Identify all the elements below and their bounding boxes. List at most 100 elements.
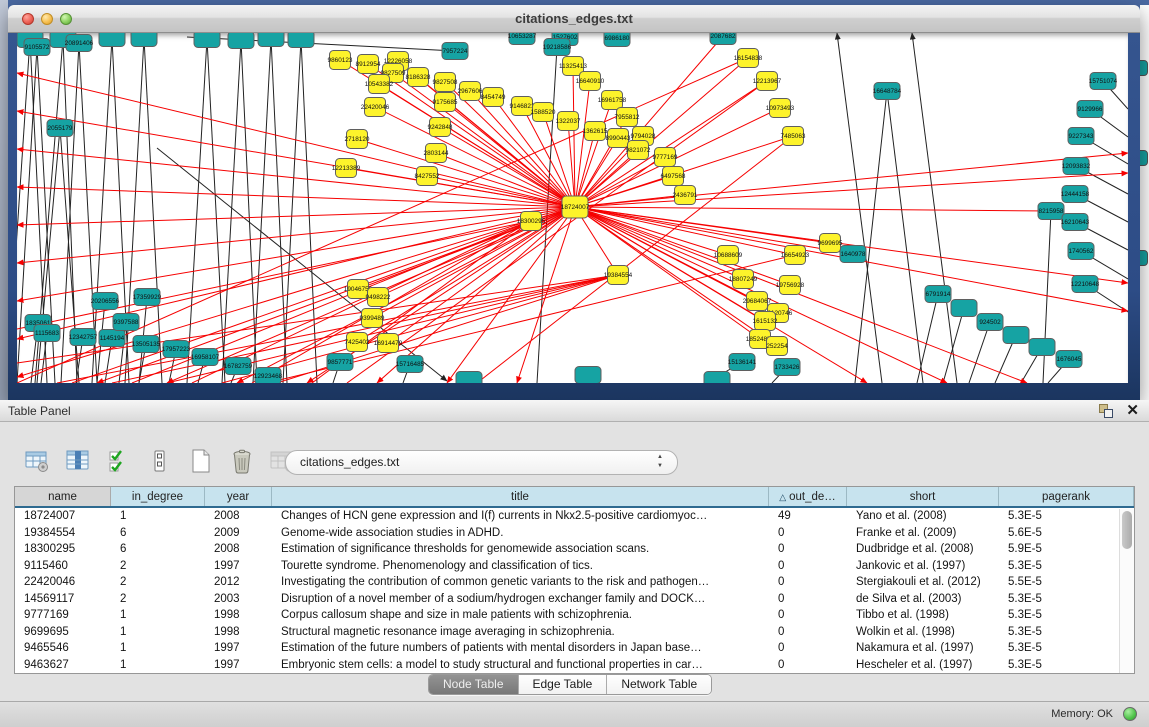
graph-node[interactable]	[951, 300, 977, 317]
graph-edge	[241, 40, 257, 383]
graph-node-label: 1740562	[1069, 248, 1094, 255]
graph-node-label: 2055179	[48, 125, 73, 132]
table-cell-out_degree: 0	[769, 574, 847, 591]
graph-node[interactable]	[704, 372, 730, 384]
graph-node[interactable]	[258, 33, 284, 47]
network-canvas[interactable]: 9105572208914061065328715276026986180795…	[17, 33, 1128, 383]
sort-ascending-icon: △	[779, 492, 786, 502]
table-cell-in_degree: 1	[111, 508, 205, 525]
column-header-out_degree[interactable]: △out_de…	[769, 487, 847, 506]
table-cell-year: 2008	[205, 508, 272, 525]
graph-node-label: 8215958	[1039, 208, 1064, 215]
delete-column-button[interactable]	[227, 446, 257, 476]
table-cell-title: Genome-wide association studies in ADHD.	[272, 525, 769, 542]
table-panel: Table Panel ✕	[0, 400, 1149, 727]
graph-edge	[575, 81, 590, 207]
table-cell-short: Franke et al. (2009)	[847, 525, 999, 542]
background-graph-node	[1140, 150, 1148, 166]
graph-edge	[157, 148, 447, 381]
tab-edge-table[interactable]: Edge Table	[519, 675, 608, 694]
graph-node-label: 6791914	[926, 291, 951, 298]
graph-node-label: 9794028	[631, 133, 656, 140]
table-cell-short: Nakamura et al. (1997)	[847, 640, 999, 657]
column-header-year[interactable]: year	[205, 487, 272, 506]
graph-node[interactable]	[99, 33, 125, 47]
graph-node[interactable]	[194, 33, 220, 48]
table-cell-title: Tourette syndrome. Phenomenology and cla…	[272, 558, 769, 575]
table-row[interactable]: 1938455462009Genome-wide association stu…	[15, 525, 1134, 542]
graph-node[interactable]	[575, 367, 601, 384]
table-row[interactable]: 969969511998Structural magnetic resonanc…	[15, 624, 1134, 641]
float-panel-icon[interactable]	[1098, 403, 1114, 419]
table-cell-short: Dudbridge et al. (2008)	[847, 541, 999, 558]
graph-node[interactable]	[1003, 327, 1029, 344]
table-cell-short: Yano et al. (2008)	[847, 508, 999, 525]
table-cell-short: de Silva et al. (2003)	[847, 591, 999, 608]
table-scrollbar[interactable]	[1119, 509, 1134, 674]
graph-node[interactable]	[288, 33, 314, 48]
close-panel-icon[interactable]: ✕	[1126, 403, 1139, 419]
graph-node-label: 1588520	[531, 109, 556, 116]
table-row[interactable]: 977716911998Corpus callosum shape and si…	[15, 607, 1134, 624]
combo-arrows-icon: ▲▼	[657, 453, 663, 471]
table-row[interactable]: 911546021997Tourette syndrome. Phenomeno…	[15, 558, 1134, 575]
show-columns-button[interactable]	[63, 446, 93, 476]
column-header-in_degree[interactable]: in_degree	[111, 487, 205, 506]
table-row[interactable]: 1456911722003Disruption of a novel membe…	[15, 591, 1134, 608]
graph-edge	[271, 38, 287, 383]
table-cell-year: 1997	[205, 640, 272, 657]
table-cell-title: Embryonic stem cells: a model to study s…	[272, 657, 769, 674]
graph-node[interactable]	[131, 33, 157, 47]
graph-node-label: 8912954	[356, 61, 381, 68]
graph-node[interactable]	[456, 372, 482, 384]
table-options-button[interactable]	[22, 446, 52, 476]
graph-node-label: 12342757	[69, 334, 98, 341]
table-cell-out_degree: 0	[769, 624, 847, 641]
citation-graph[interactable]: 9105572208914061065328715276026986180795…	[17, 33, 1128, 383]
graph-node-label: 2967606	[458, 88, 483, 95]
table-cell-year: 1997	[205, 657, 272, 674]
table-row[interactable]: 1830029562008Estimation of significance …	[15, 541, 1134, 558]
graph-node[interactable]	[1029, 339, 1055, 356]
graph-edge	[17, 207, 575, 301]
graph-edge	[253, 38, 271, 383]
graph-edge	[436, 153, 575, 207]
tab-network-table[interactable]: Network Table	[607, 675, 711, 694]
column-header-pagerank[interactable]: pagerank	[999, 487, 1134, 506]
column-header-title[interactable]: title	[272, 487, 769, 506]
tab-node-table[interactable]: Node Table	[429, 675, 519, 694]
table-cell-name: 9699695	[15, 624, 111, 641]
table-cell-pagerank: 5.3E-5	[999, 640, 1134, 657]
table-scrollbar-thumb[interactable]	[1122, 511, 1132, 549]
table-cell-name: 9777169	[15, 607, 111, 624]
table-row[interactable]: 946554611997Estimation of the future num…	[15, 640, 1134, 657]
table-cell-title: Structural magnetic resonance image aver…	[272, 624, 769, 641]
table-cell-name: 18300295	[15, 541, 111, 558]
column-header-name[interactable]: name	[15, 487, 111, 506]
graph-node-label: 17957223	[162, 346, 191, 353]
table-row[interactable]: 2242004622012Investigating the contribut…	[15, 574, 1134, 591]
table-row[interactable]: 946362711997Embryonic stem cells: a mode…	[15, 657, 1134, 674]
graph-node-label: 12213389	[332, 165, 361, 172]
column-header-short[interactable]: short	[847, 487, 999, 506]
table-cell-pagerank: 5.5E-5	[999, 574, 1134, 591]
table-cell-short: Jankovic et al. (1997)	[847, 558, 999, 575]
graph-edge	[144, 38, 162, 383]
graph-node-label: 16640910	[576, 78, 605, 85]
table-cell-in_degree: 6	[111, 541, 205, 558]
table-cell-title: Changes of HCN gene expression and I(f) …	[272, 508, 769, 525]
graph-node-label: 16654923	[781, 252, 810, 259]
graph-node-label: 18807249	[729, 276, 758, 283]
row-height-button[interactable]	[145, 446, 175, 476]
graph-node-label: 8186328	[406, 74, 431, 81]
create-column-button[interactable]	[186, 446, 216, 476]
graph-node[interactable]	[228, 33, 254, 49]
table-selector-value: citations_edges.txt	[300, 455, 399, 469]
table-selector-dropdown[interactable]: citations_edges.txt ▲▼	[285, 450, 678, 475]
table-cell-pagerank: 5.9E-5	[999, 541, 1134, 558]
network-window-titlebar[interactable]: citations_edges.txt	[8, 5, 1140, 33]
graph-node-label: 9399489	[360, 315, 385, 322]
table-row[interactable]: 1872400712008Changes of HCN gene express…	[15, 508, 1134, 525]
graph-node-label: 19218586	[543, 44, 572, 51]
selection-mode-button[interactable]	[104, 446, 134, 476]
